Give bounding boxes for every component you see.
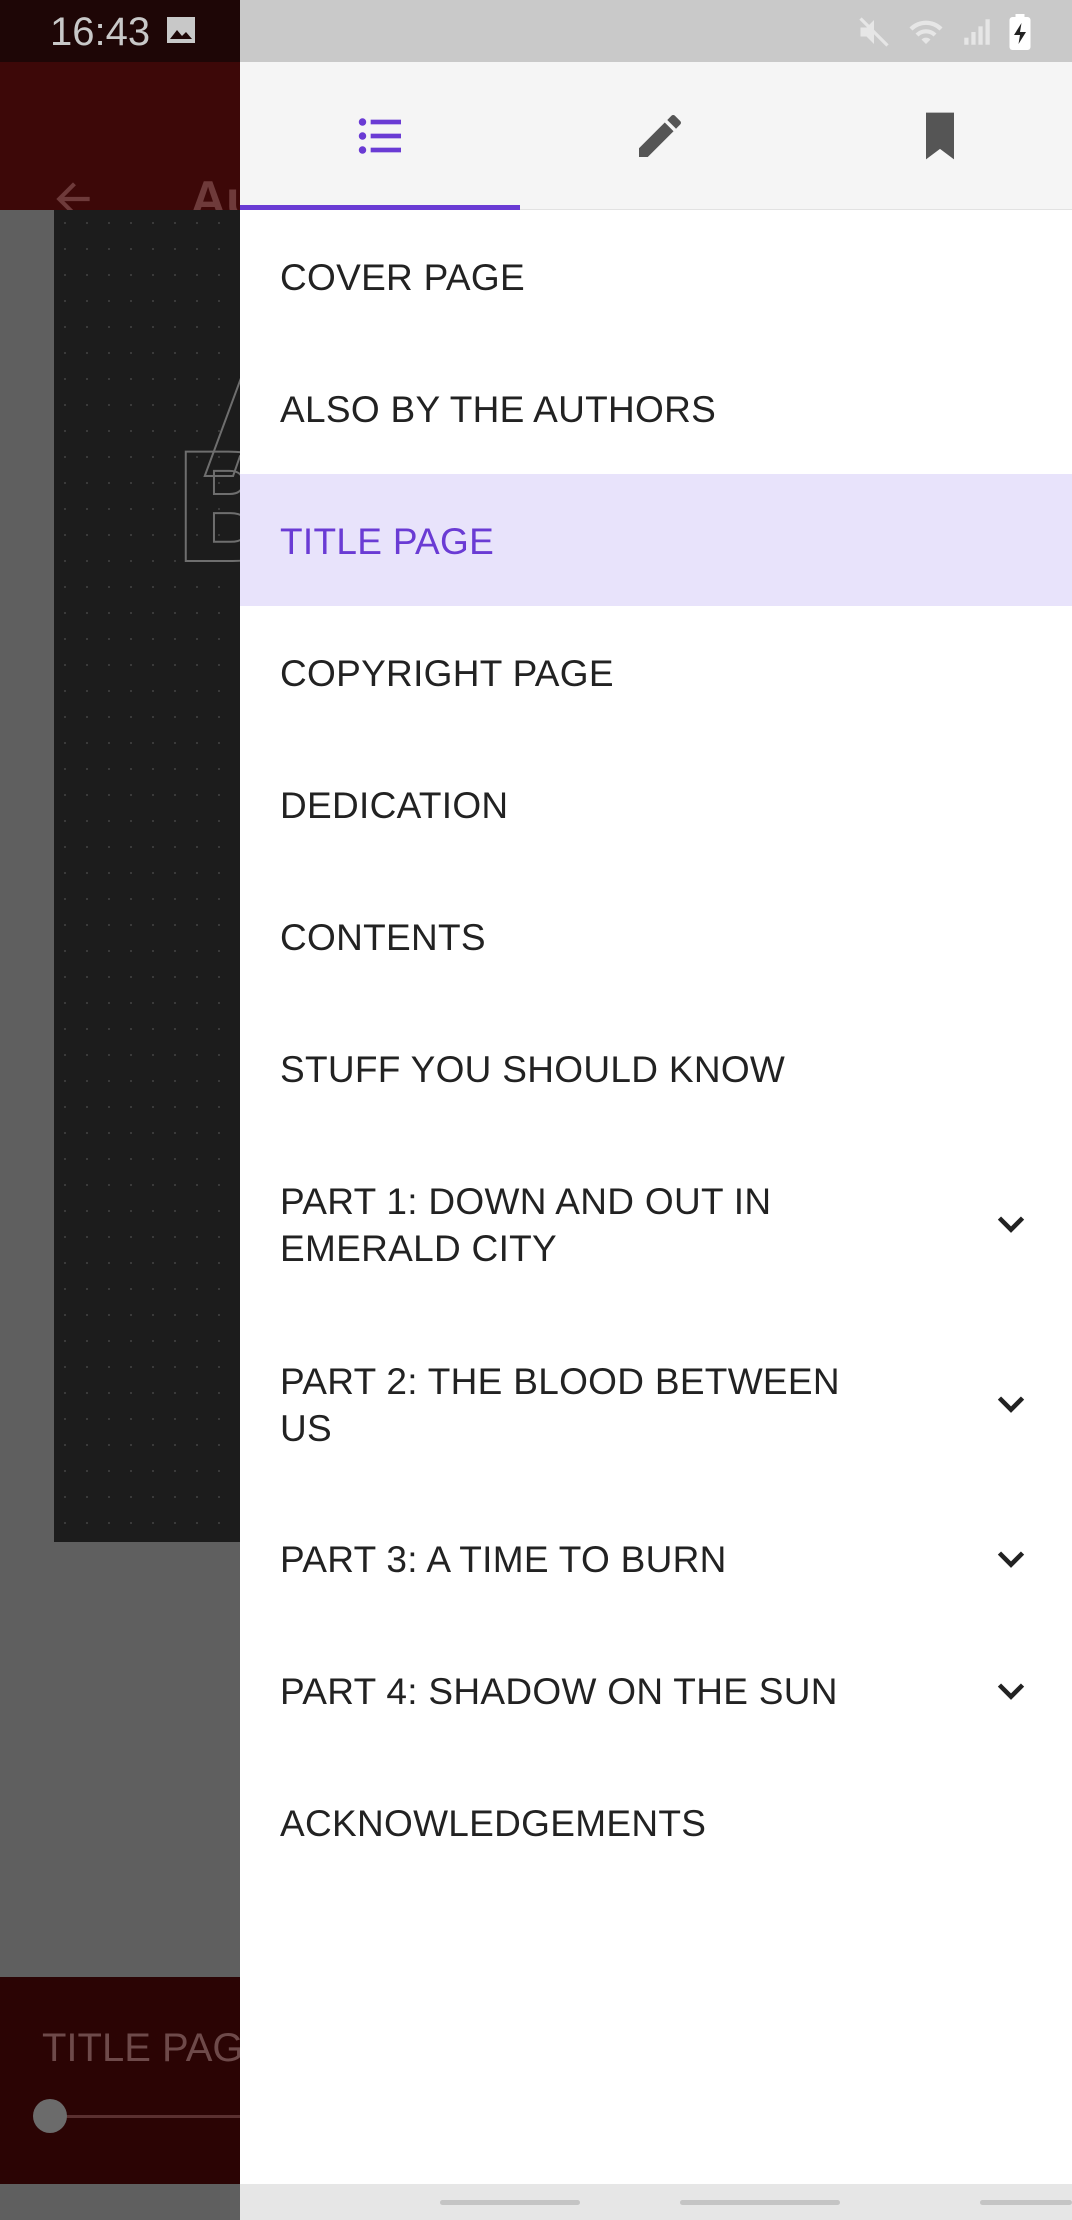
status-time: 16:43 (50, 10, 151, 54)
status-bar (240, 0, 1072, 62)
chevron-down-icon[interactable] (990, 1538, 1032, 1580)
toc-item[interactable]: COPYRIGHT PAGE (240, 606, 1072, 738)
nav-home-button[interactable] (680, 2200, 840, 2205)
bookmark-icon (926, 112, 954, 160)
nav-back-button[interactable] (980, 2200, 1072, 2205)
toc-item-label: PART 1: DOWN AND OUT IN EMERALD CITY (280, 1181, 772, 1269)
background-nav-bar (0, 2184, 240, 2220)
drawer-tab-bar (240, 62, 1072, 210)
book-cover-image: A B (54, 210, 321, 1542)
toc-item-label: COVER PAGE (280, 257, 525, 298)
tab-bookmarks[interactable] (800, 62, 1072, 210)
toc-item[interactable]: ACKNOWLEDGEMENTS (240, 1756, 1072, 1888)
pencil-icon (639, 114, 681, 157)
toc-item-label: PART 2: THE BLOOD BETWEEN US (280, 1361, 840, 1449)
signal-icon (964, 19, 990, 45)
background-bottom-bar (0, 1977, 240, 2184)
system-navigation-bar (240, 2184, 1072, 2220)
toc-item-expandable[interactable]: PART 3: A TIME TO BURN (240, 1492, 1072, 1624)
tab-contents[interactable] (240, 62, 520, 210)
toc-item[interactable]: STUFF YOU SHOULD KNOW (240, 1002, 1072, 1134)
toc-item-expandable[interactable]: PART 1: DOWN AND OUT IN EMERALD CITY (240, 1134, 1072, 1314)
page-slider-track[interactable] (50, 2115, 240, 2118)
background-page-label: TITLE PAG (42, 2026, 244, 2070)
tab-notes[interactable] (520, 62, 800, 210)
toc-item-expandable[interactable]: PART 4: SHADOW ON THE SUN (240, 1624, 1072, 1756)
toc-item-label: CONTENTS (280, 917, 486, 958)
toc-item-expandable[interactable]: PART 2: THE BLOOD BETWEEN US (240, 1314, 1072, 1492)
status-icons (856, 12, 1032, 52)
gallery-icon (167, 17, 195, 43)
toc-item-label: ALSO BY THE AUTHORS (280, 389, 717, 430)
list-icon (358, 118, 401, 154)
toc-item[interactable]: CONTENTS (240, 870, 1072, 1002)
toc-item-label: TITLE PAGE (280, 521, 495, 562)
toc-item-label: COPYRIGHT PAGE (280, 653, 614, 694)
toc-item-label: STUFF YOU SHOULD KNOW (280, 1049, 786, 1090)
wifi-icon (909, 20, 943, 44)
nav-recents-button[interactable] (440, 2200, 580, 2205)
toc-item-label: DEDICATION (280, 785, 509, 826)
toc-item-label: ACKNOWLEDGEMENTS (280, 1803, 707, 1844)
toc-item[interactable]: COVER PAGE (240, 210, 1072, 342)
table-of-contents-drawer: COVER PAGE ALSO BY THE AUTHORS TITLE PAG… (240, 0, 1072, 2220)
toc-item-active[interactable]: TITLE PAGE (240, 474, 1072, 606)
page-slider-thumb[interactable] (33, 2099, 67, 2133)
chevron-down-icon[interactable] (990, 1383, 1032, 1425)
chevron-down-icon[interactable] (990, 1670, 1032, 1712)
background-toolbar: Au (0, 62, 257, 227)
mute-icon (859, 17, 889, 47)
toc-item[interactable]: ALSO BY THE AUTHORS (240, 342, 1072, 474)
background-status-bar: 16:43 (0, 0, 240, 62)
toc-item[interactable]: DEDICATION (240, 738, 1072, 870)
toc-item-label: PART 4: SHADOW ON THE SUN (280, 1671, 838, 1712)
toc-item-label: PART 3: A TIME TO BURN (280, 1539, 727, 1580)
battery-charging-icon (1009, 14, 1031, 50)
chevron-down-icon[interactable] (990, 1203, 1032, 1245)
